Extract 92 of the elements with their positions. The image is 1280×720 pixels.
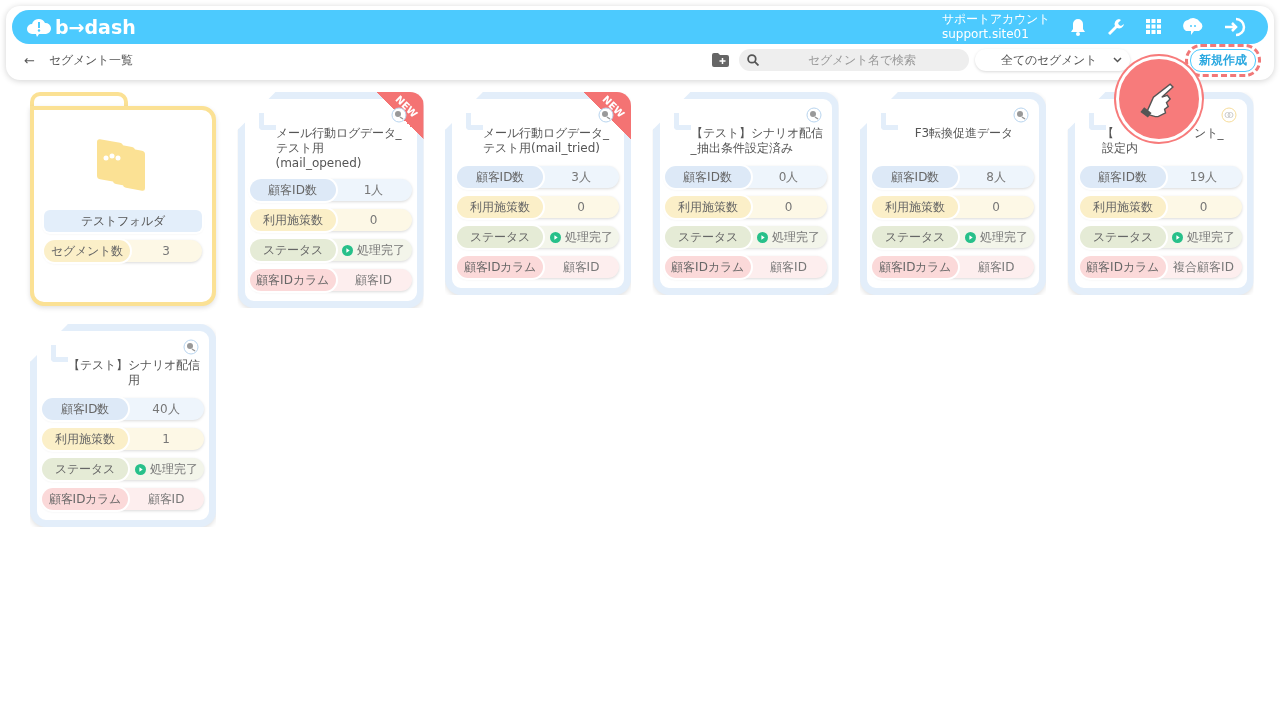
segment-icon[interactable]: [805, 107, 822, 123]
info-label: ステータス: [872, 226, 958, 248]
info-label: 顧客IDカラム: [664, 256, 751, 278]
play-icon: [964, 231, 976, 243]
segment-card[interactable]: F3転換促進データ 顧客ID数 8人 利用施策数 0 ステータス 処理完了 顧客IDカラム 顧客ID: [860, 92, 1046, 295]
grid-menu-icon[interactable]: [1146, 19, 1162, 35]
info-value: 40人: [151, 400, 181, 418]
info-value: 顧客ID: [146, 490, 186, 508]
play-icon: [549, 231, 561, 243]
info-value: 顧客ID: [561, 258, 601, 276]
info-label: セグメント数: [44, 240, 130, 262]
folder-card[interactable]: テストフォルダ セグメント数 3: [30, 106, 216, 306]
back-arrow[interactable]: ←: [24, 52, 35, 68]
page-corner-mark: [466, 113, 483, 130]
segment-icon[interactable]: [1013, 107, 1029, 123]
info-value: 0: [1198, 200, 1209, 214]
info-value: 0: [368, 213, 379, 227]
segment-card[interactable]: 【テスト】シナリオ配信用 顧客ID数 40人 利用施策数 1 ステータス 処理完了 顧客IDカラム 顧客ID: [30, 324, 216, 527]
info-label: 利用施策数: [457, 196, 543, 218]
play-icon: [757, 231, 768, 243]
info-label: ステータス: [1079, 226, 1166, 248]
wrench-icon[interactable]: [1106, 17, 1126, 37]
folder-add-icon[interactable]: [712, 53, 729, 67]
info-value: 0: [783, 200, 794, 214]
play-icon: [134, 463, 146, 475]
info-label: 利用施策数: [249, 209, 336, 231]
info-label: 顧客ID数: [249, 179, 336, 201]
info-value: 1人: [362, 181, 385, 199]
info-value: 0: [991, 200, 1001, 214]
info-value: 処理完了: [979, 228, 1028, 246]
info-label: ステータス: [249, 239, 336, 261]
info-label: 顧客IDカラム: [1079, 256, 1166, 278]
info-label: 顧客IDカラム: [872, 256, 958, 278]
info-value: 0: [576, 200, 586, 214]
info-label: 顧客ID数: [457, 166, 543, 188]
info-value: 処理完了: [1187, 228, 1235, 246]
segment-title: F3転換促進データ: [913, 126, 1015, 142]
info-value: 19人: [1188, 168, 1219, 186]
info-label: 利用施策数: [872, 196, 958, 218]
account-name: サポートアカウント: [942, 12, 1050, 27]
info-label: 顧客ID数: [664, 166, 751, 188]
search-field[interactable]: セグメント名で検索: [739, 49, 969, 71]
info-value: 3: [161, 244, 171, 258]
folder-name: テストフォルダ: [44, 210, 202, 232]
play-icon: [342, 244, 353, 256]
info-value: 処理完了: [772, 228, 820, 246]
info-label: 顧客ID数: [872, 166, 958, 188]
segment-title: 【テスト】シナリオ配信_抽出条件設定済み: [689, 126, 824, 157]
cloud-logo-icon: [26, 16, 52, 38]
info-value: 顧客ID: [354, 271, 393, 289]
info-label: 利用施策数: [1079, 196, 1166, 218]
info-label: 利用施策数: [42, 428, 128, 450]
segment-card[interactable]: 【 ント_ 設定内 顧客ID数 19人 利用施策数 0 ステータス 処理完了 顧客IDカラム 複合顧客ID: [1067, 92, 1254, 295]
logo-text: b→dash: [55, 16, 136, 38]
segment-icon[interactable]: [183, 339, 199, 355]
info-label: 利用施策数: [664, 196, 751, 218]
page-title: セグメント一覧: [48, 51, 133, 69]
info-value: 処理完了: [564, 228, 613, 246]
info-label: 顧客ID数: [42, 398, 128, 420]
segment-filter-dropdown[interactable]: 全てのセグメント: [975, 49, 1130, 71]
info-value: 複合顧客ID: [1172, 258, 1235, 276]
account-id: support.site01: [942, 27, 1030, 42]
info-value: 顧客ID: [976, 258, 1016, 276]
info-label: 顧客IDカラム: [42, 488, 128, 510]
page-corner-mark: [881, 113, 898, 130]
info-value: 0人: [777, 168, 800, 186]
linked-circles-icon[interactable]: [1220, 107, 1237, 123]
search-icon: [747, 54, 759, 66]
segment-title: 【テスト】シナリオ配信用: [67, 358, 201, 389]
info-value: 1: [161, 432, 171, 446]
info-label: ステータス: [664, 226, 751, 248]
info-value: 8人: [985, 168, 1007, 186]
chevron-down-icon: [1113, 57, 1122, 63]
page-corner-mark: [51, 345, 68, 362]
info-value: 処理完了: [149, 460, 198, 478]
info-label: ステータス: [457, 226, 543, 248]
bell-icon[interactable]: [1070, 18, 1086, 36]
page-corner-mark: [1088, 113, 1106, 130]
info-label: ステータス: [42, 458, 128, 480]
info-value: 3人: [570, 168, 592, 186]
info-value: 処理完了: [357, 241, 405, 259]
info-value: 顧客ID: [769, 258, 808, 276]
info-label: 顧客IDカラム: [249, 269, 336, 291]
logout-icon[interactable]: [1224, 17, 1246, 37]
page-corner-mark: [258, 113, 276, 130]
chat-bubble-icon[interactable]: [1182, 17, 1204, 37]
page-corner-mark: [673, 113, 691, 130]
segment-title: 【 ント_ 設定内: [1100, 126, 1225, 157]
play-icon: [1172, 231, 1183, 243]
segment-card[interactable]: 【テスト】シナリオ配信_抽出条件設定済み 顧客ID数 0人 利用施策数 0 ステータス 処理完了 顧客IDカラム 顧客ID: [652, 92, 839, 295]
info-label: 顧客IDカラム: [457, 256, 543, 278]
info-label: 顧客ID数: [1079, 166, 1166, 188]
